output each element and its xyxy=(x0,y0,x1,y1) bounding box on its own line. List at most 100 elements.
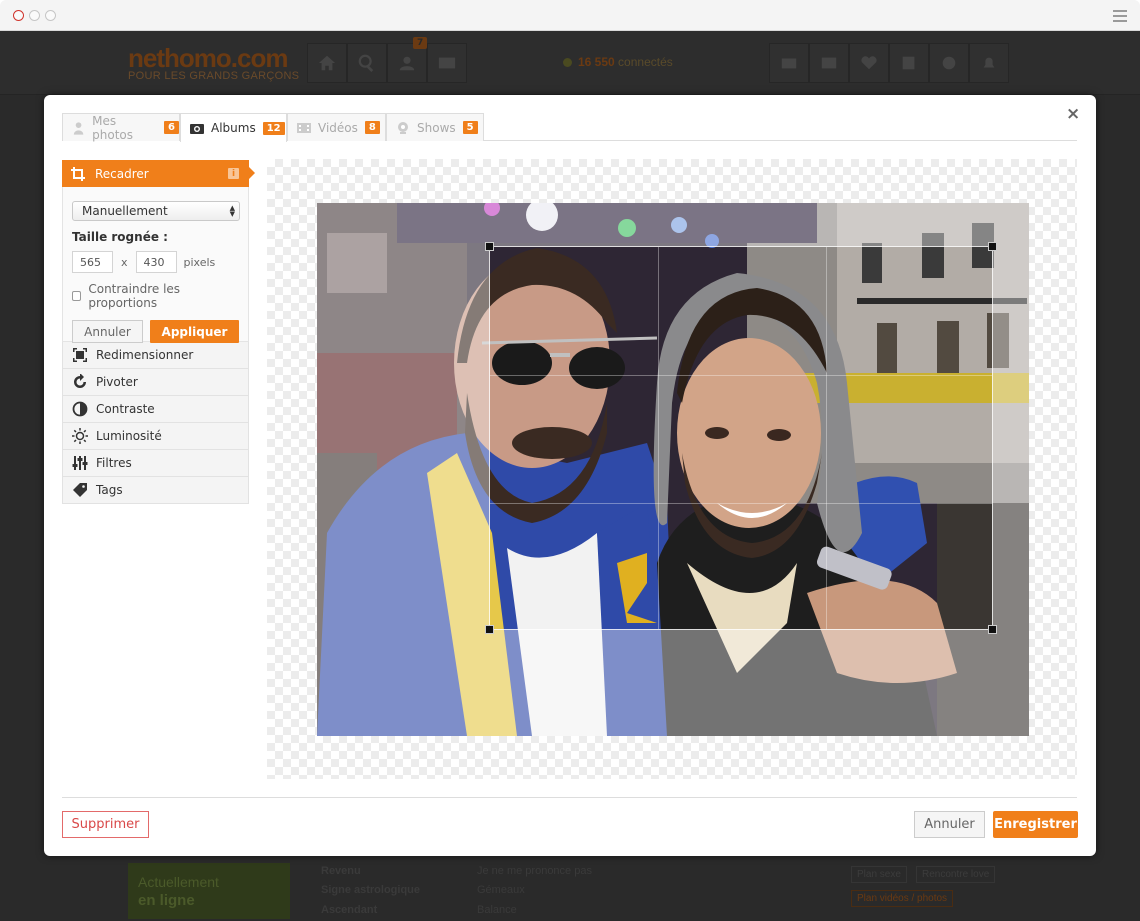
users-icon xyxy=(387,43,427,83)
constrain-proportions-checkbox[interactable] xyxy=(72,291,82,301)
settings-icon xyxy=(929,43,969,83)
media-tabs: Mes photos 6 Albums 12 Vidéos 8 Shows 5 xyxy=(62,113,1077,142)
edit-icon xyxy=(889,43,929,83)
tool-contraste[interactable]: Contraste xyxy=(62,396,249,423)
crop-handle-top-left[interactable] xyxy=(485,242,494,251)
crop-icon xyxy=(71,166,85,181)
heart-icon xyxy=(849,43,889,83)
site-header: nethomo.com POUR LES GRANDS GARÇONS 7 16… xyxy=(0,31,1140,95)
profile-value: Je ne me prononce pas xyxy=(477,865,592,877)
photo-editor-modal: × Mes photos 6 Albums 12 Vidéos 8 Shows … xyxy=(44,95,1096,856)
crop-height-input[interactable]: 430 xyxy=(135,251,177,273)
count-badge: 6 xyxy=(164,121,179,134)
crop-options: Manuellement ▲ ▼ Taille rognée : 565 x 43… xyxy=(62,187,249,343)
tab-mes-photos[interactable]: Mes photos 6 xyxy=(62,113,180,142)
home-icon xyxy=(307,43,347,83)
webcam-icon xyxy=(398,121,408,134)
profile-label: Ascendant xyxy=(321,904,378,916)
tool-pivoter[interactable]: Pivoter xyxy=(62,369,249,396)
tool-luminosite[interactable]: Luminosité xyxy=(62,423,249,450)
tool-tags[interactable]: Tags xyxy=(62,477,249,504)
crop-size-label: Taille rognée : xyxy=(72,230,168,244)
crop-shade xyxy=(489,203,993,246)
camera-icon xyxy=(190,124,204,134)
close-window-button[interactable] xyxy=(13,10,24,21)
tag-icon xyxy=(73,483,87,497)
tab-videos[interactable]: Vidéos 8 xyxy=(287,113,386,141)
info-icon[interactable]: i xyxy=(228,168,239,179)
crop-buttons: Annuler Appliquer xyxy=(72,320,239,343)
crop-grid-line xyxy=(826,247,827,629)
tab-label: Vidéos xyxy=(318,120,358,135)
profile-label: Revenu xyxy=(321,865,361,877)
mail-icon xyxy=(769,43,809,83)
crop-apply-button[interactable]: Appliquer xyxy=(150,320,239,343)
tab-label: Shows xyxy=(417,120,456,135)
tab-label: Albums xyxy=(211,121,256,135)
site-tagline: POUR LES GRANDS GARÇONS xyxy=(128,70,300,82)
cancel-button[interactable]: Annuler xyxy=(914,811,985,838)
filters-icon xyxy=(72,456,88,470)
delete-button[interactable]: Supprimer xyxy=(62,811,149,838)
crop-handle-bottom-left[interactable] xyxy=(485,625,494,634)
crop-grid-line xyxy=(490,503,992,504)
profile-value: Gémeaux xyxy=(477,884,525,896)
tab-albums[interactable]: Albums 12 xyxy=(180,113,287,142)
crop-shade xyxy=(993,203,1029,736)
tool-label: Contraste xyxy=(96,402,155,416)
crop-selection[interactable] xyxy=(485,242,997,634)
tool-label: Redimensionner xyxy=(96,348,194,362)
tool-label: Pivoter xyxy=(96,375,138,389)
tool-redimensionner[interactable]: Redimensionner xyxy=(62,342,249,369)
video-icon xyxy=(809,43,849,83)
tool-label: Tags xyxy=(96,483,123,497)
tool-label: Filtres xyxy=(96,456,132,470)
editor-canvas xyxy=(267,159,1077,779)
crop-shade xyxy=(489,630,993,736)
brightness-icon xyxy=(72,428,88,444)
online-counter: 16 550 connectés xyxy=(563,55,673,69)
tag-chip: Rencontre love xyxy=(916,866,996,883)
crop-size-fields: 565 x 430 pixels xyxy=(72,251,239,273)
times-sign: x xyxy=(121,255,128,269)
minimize-window-button[interactable] xyxy=(29,10,40,21)
menu-icon[interactable] xyxy=(1113,10,1127,25)
user-icon xyxy=(73,121,84,135)
profile-value: Balance xyxy=(477,904,517,916)
tab-shows[interactable]: Shows 5 xyxy=(386,113,484,141)
footer-divider xyxy=(62,797,1077,798)
nav-badge: 7 xyxy=(413,37,428,49)
crop-grid-line xyxy=(658,247,659,629)
rotate-icon xyxy=(74,374,86,388)
contrast-icon xyxy=(72,401,88,417)
crop-handle-bottom-right[interactable] xyxy=(988,625,997,634)
constrain-proportions-row: Contraindre les proportions xyxy=(72,282,239,310)
count-badge: 5 xyxy=(462,121,478,134)
profile-label: Signe astrologique xyxy=(321,884,421,896)
tool-filtres[interactable]: Filtres xyxy=(62,450,249,477)
resize-icon xyxy=(73,348,87,362)
crop-handle-top-right[interactable] xyxy=(988,242,997,251)
crop-cancel-button[interactable]: Annuler xyxy=(72,320,143,343)
select-arrows-icon: ▲ ▼ xyxy=(229,204,235,218)
edited-photo xyxy=(317,203,1029,736)
crop-width-input[interactable]: 565 xyxy=(72,251,113,273)
tab-label: Mes photos xyxy=(92,113,133,142)
save-button[interactable]: Enregistrer xyxy=(993,811,1078,838)
crop-title: Recadrer xyxy=(95,166,149,181)
maximize-window-button[interactable] xyxy=(45,10,56,21)
online-now-box: Actuellement en ligne xyxy=(128,863,290,919)
count-badge: 12 xyxy=(262,121,285,135)
bell-icon xyxy=(969,43,1009,83)
crop-mode-select[interactable]: Manuellement ▲ ▼ xyxy=(72,201,240,221)
online-dot-icon xyxy=(563,58,572,67)
tag-chip: Plan sexe xyxy=(851,866,907,883)
film-icon xyxy=(297,122,311,133)
crop-tool-header[interactable]: Recadrer i xyxy=(62,160,255,187)
crop-mode-value: Manuellement xyxy=(82,204,168,218)
crop-shade xyxy=(317,203,489,736)
constrain-proportions-label: Contraindre les proportions xyxy=(88,282,181,310)
search-icon xyxy=(347,43,387,83)
tools-panel: Recadrer i Manuellement ▲ ▼ Taille rognée… xyxy=(62,160,255,504)
count-badge: 8 xyxy=(364,121,380,134)
